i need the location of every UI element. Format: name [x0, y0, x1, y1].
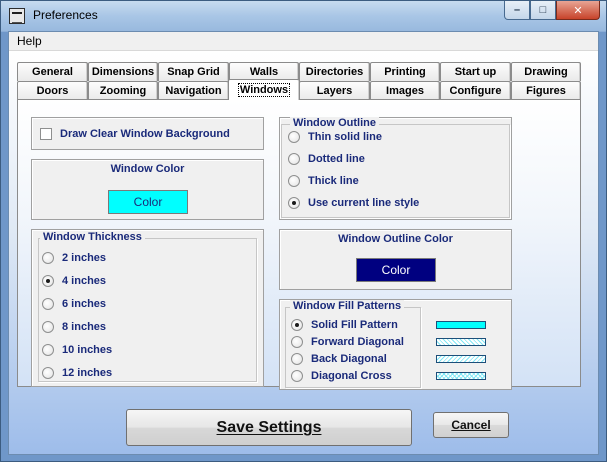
tab-snap-grid[interactable]: Snap Grid	[158, 62, 229, 81]
draw-clear-bg-checkbox[interactable]	[40, 128, 52, 140]
thickness-option-2[interactable]: 2 inches	[42, 252, 106, 264]
window-thickness-legend: Window Thickness	[40, 231, 145, 243]
fill-back-radio[interactable]	[291, 353, 303, 365]
tab-doors[interactable]: Doors	[17, 81, 88, 100]
outline-color-button[interactable]: Color	[356, 258, 436, 282]
fill-forward-radio[interactable]	[291, 336, 303, 348]
thickness-10-radio[interactable]	[42, 344, 54, 356]
preferences-window: Preferences – □ ✕ Help General Dimension…	[0, 0, 607, 462]
fill-solid-radio[interactable]	[291, 319, 303, 331]
fill-option-cross[interactable]: Diagonal Cross	[291, 370, 392, 382]
menu-bar: Help	[9, 32, 598, 51]
fill-option-back[interactable]: Back Diagonal	[291, 353, 387, 365]
outline-color-panel: Window Outline Color Color	[279, 229, 512, 290]
tab-navigation[interactable]: Navigation	[158, 81, 229, 100]
maximize-icon: □	[539, 4, 547, 16]
close-icon: ✕	[573, 4, 583, 17]
thickness-option-12[interactable]: 12 inches	[42, 367, 112, 379]
tab-configure[interactable]: Configure	[440, 81, 511, 100]
forward-diagonal-swatch	[436, 338, 486, 346]
thickness-option-8[interactable]: 8 inches	[42, 321, 106, 333]
draw-clear-bg-label: Draw Clear Window Background	[60, 128, 230, 140]
outline-thick-radio[interactable]	[288, 175, 300, 187]
diagonal-cross-swatch	[436, 372, 486, 380]
tab-windows[interactable]: Windows	[228, 79, 300, 100]
outline-thin-radio[interactable]	[288, 131, 300, 143]
outline-color-title: Window Outline Color	[338, 233, 453, 245]
cancel-button[interactable]: Cancel	[433, 412, 509, 438]
window-color-title: Window Color	[110, 163, 185, 175]
tab-dimensions[interactable]: Dimensions	[88, 62, 158, 81]
tab-general[interactable]: General	[17, 62, 88, 81]
tab-figures[interactable]: Figures	[511, 81, 581, 100]
outline-current-radio[interactable]	[288, 197, 300, 209]
window-outline-panel: Window Outline Thin solid line Dotted li…	[279, 117, 512, 220]
minimize-button[interactable]: –	[504, 1, 530, 20]
tab-zooming[interactable]: Zooming	[88, 81, 158, 100]
thickness-4-radio[interactable]	[42, 275, 54, 287]
thickness-12-radio[interactable]	[42, 367, 54, 379]
fill-patterns-legend: Window Fill Patterns	[290, 300, 405, 312]
fill-option-solid[interactable]: Solid Fill Pattern	[291, 319, 398, 331]
tab-images[interactable]: Images	[370, 81, 440, 100]
window-outline-legend: Window Outline	[290, 117, 379, 129]
outline-option-current[interactable]: Use current line style	[288, 197, 419, 209]
solid-fill-swatch	[436, 321, 486, 329]
title-bar[interactable]: Preferences – □ ✕	[1, 1, 606, 31]
window-thickness-panel: Window Thickness 2 inches 4 inches 6 inc…	[31, 229, 264, 387]
maximize-button[interactable]: □	[530, 1, 556, 20]
draw-clear-bg-option[interactable]: Draw Clear Window Background	[40, 128, 230, 140]
client-area: Help General Dimensions Snap Grid Walls …	[8, 31, 599, 455]
outline-option-thin[interactable]: Thin solid line	[288, 131, 382, 143]
thickness-option-10[interactable]: 10 inches	[42, 344, 112, 356]
thickness-2-radio[interactable]	[42, 252, 54, 264]
tab-layers[interactable]: Layers	[299, 81, 370, 100]
thickness-option-6[interactable]: 6 inches	[42, 298, 106, 310]
back-diagonal-swatch	[436, 355, 486, 363]
window-color-button[interactable]: Color	[108, 190, 188, 214]
window-title: Preferences	[33, 8, 98, 22]
tab-drawing[interactable]: Drawing	[511, 62, 581, 81]
outline-option-dotted[interactable]: Dotted line	[288, 153, 365, 165]
outline-option-thick[interactable]: Thick line	[288, 175, 359, 187]
fill-patterns-panel: Window Fill Patterns Solid Fill Pattern …	[279, 299, 512, 390]
minimize-icon: –	[513, 4, 521, 16]
tab-start-up[interactable]: Start up	[440, 62, 511, 81]
outline-dotted-radio[interactable]	[288, 153, 300, 165]
tab-directories[interactable]: Directories	[299, 62, 370, 81]
thickness-option-4[interactable]: 4 inches	[42, 275, 106, 287]
clear-background-panel: Draw Clear Window Background	[31, 117, 264, 150]
tab-printing[interactable]: Printing	[370, 62, 440, 81]
menu-help[interactable]: Help	[15, 34, 44, 48]
fill-cross-radio[interactable]	[291, 370, 303, 382]
windows-tab-page: Draw Clear Window Background Window Colo…	[17, 99, 581, 390]
window-color-panel: Window Color Color	[31, 159, 264, 220]
thickness-6-radio[interactable]	[42, 298, 54, 310]
close-button[interactable]: ✕	[556, 1, 600, 20]
app-icon	[9, 8, 25, 24]
save-settings-button[interactable]: Save Settings	[126, 409, 412, 446]
thickness-8-radio[interactable]	[42, 321, 54, 333]
fill-option-forward[interactable]: Forward Diagonal	[291, 336, 404, 348]
